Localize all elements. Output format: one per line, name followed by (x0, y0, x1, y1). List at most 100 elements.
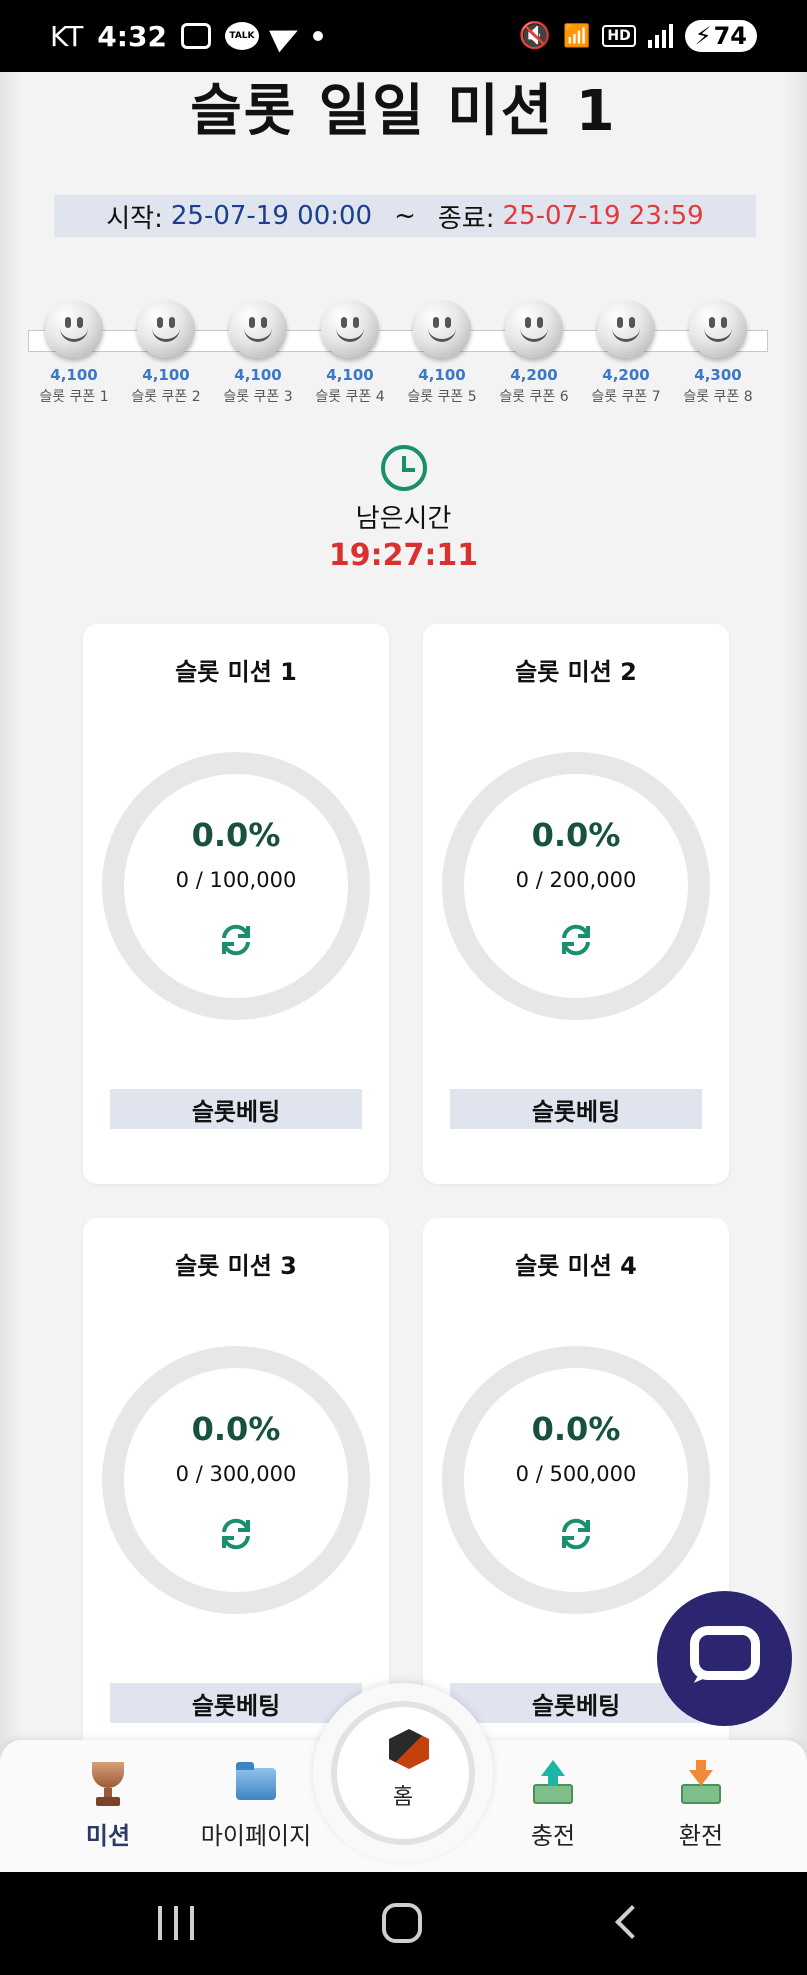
chat-button[interactable] (657, 1591, 792, 1726)
coupon-amount: 4,200 (510, 366, 558, 384)
coupon-item[interactable]: 4,300 슬롯 쿠폰 8 (672, 300, 764, 406)
coupon-name: 슬롯 쿠폰 1 (39, 389, 109, 405)
coupon-name: 슬롯 쿠폰 3 (223, 389, 293, 405)
mission-card: 슬롯 미션 2 0.0% 0 / 200,000 슬롯베팅 (423, 624, 729, 1184)
nav-mypage-label: 마이페이지 (200, 1822, 312, 1850)
coupon-item[interactable]: 4,200 슬롯 쿠폰 7 (580, 300, 672, 406)
coupon-amount: 4,100 (234, 366, 282, 384)
nav-deposit[interactable]: 충전 (478, 1760, 628, 1851)
battery-indicator: ⚡ 74 (684, 20, 757, 52)
nav-home[interactable]: 홈 (313, 1683, 493, 1863)
mission-title: 슬롯 미션 2 (515, 658, 637, 686)
back-icon[interactable] (615, 1905, 649, 1939)
coupon-item[interactable]: 4,200 슬롯 쿠폰 6 (488, 300, 580, 406)
smiley-coin-icon (45, 300, 103, 358)
nav-home-label: 홈 (392, 1785, 414, 1810)
money-down-icon (677, 1760, 725, 1808)
coupon-amount: 4,100 (50, 366, 98, 384)
page-title: 슬롯 일일 미션 1 (190, 79, 617, 144)
system-navigation-bar (0, 1872, 807, 1975)
mission-title: 슬롯 미션 3 (175, 1252, 297, 1280)
coupon-name: 슬롯 쿠폰 6 (499, 389, 569, 405)
smiley-coin-icon (413, 300, 471, 358)
coupon-amount: 4,100 (142, 366, 190, 384)
clock-icon (381, 445, 427, 491)
smiley-coin-icon (689, 300, 747, 358)
refresh-icon[interactable] (556, 1514, 596, 1554)
coupon-name: 슬롯 쿠폰 5 (407, 389, 477, 405)
screenshot-icon (180, 23, 211, 49)
nav-withdraw[interactable]: 환전 (626, 1760, 776, 1851)
coupon-amount: 4,200 (602, 366, 650, 384)
coupon-item[interactable]: 4,100 슬롯 쿠폰 3 (212, 300, 304, 406)
mission-period: 시작: 25-07-19 00:00 ~ 종료: 25-07-19 23:59 (54, 195, 756, 237)
nav-withdraw-label: 환전 (678, 1822, 724, 1850)
coupon-item[interactable]: 4,100 슬롯 쿠폰 5 (396, 300, 488, 406)
system-home-icon[interactable] (382, 1903, 422, 1943)
home-logo-icon (389, 1729, 429, 1769)
mission-progress: 0 / 100,000 (175, 868, 297, 892)
refresh-icon[interactable] (556, 920, 596, 960)
carrier-name: KT (50, 19, 84, 53)
smiley-coin-icon (137, 300, 195, 358)
slot-betting-button[interactable]: 슬롯베팅 (110, 1089, 362, 1129)
coupon-name: 슬롯 쿠폰 8 (683, 389, 753, 405)
recent-apps-icon[interactable] (158, 1906, 194, 1940)
nav-mission[interactable]: 미션 (33, 1760, 183, 1851)
coupon-item[interactable]: 4,100 슬롯 쿠폰 4 (304, 300, 396, 406)
mission-title: 슬롯 미션 4 (515, 1252, 637, 1280)
slot-betting-button[interactable]: 슬롯베팅 (450, 1089, 702, 1129)
coupon-item[interactable]: 4,100 슬롯 쿠폰 1 (28, 300, 120, 406)
status-time: 4:32 (97, 19, 167, 53)
coupon-amount: 4,300 (694, 366, 742, 384)
coupon-amount: 4,100 (418, 366, 466, 384)
trophy-icon (84, 1760, 132, 1808)
telegram-icon (269, 19, 303, 53)
coupon-name: 슬롯 쿠폰 2 (131, 389, 201, 405)
start-label: 시작: (106, 203, 163, 234)
mission-percent: 0.0% (531, 816, 621, 854)
nav-deposit-label: 충전 (530, 1822, 576, 1850)
smiley-coin-icon (597, 300, 655, 358)
nav-mission-label: 미션 (85, 1822, 131, 1850)
mission-percent: 0.0% (191, 816, 281, 854)
money-up-icon (529, 1760, 577, 1808)
nav-mypage[interactable]: 마이페이지 (181, 1760, 331, 1851)
period-separator: ~ (394, 201, 416, 231)
home-button-ring: 홈 (331, 1701, 475, 1845)
status-bar: KT 4:32 TALK 🔇 📶 HD ⚡ 74 (0, 0, 807, 72)
remaining-time-label: 남은시간 (355, 504, 452, 534)
signal-icon (647, 24, 673, 48)
status-left: KT 4:32 TALK (50, 20, 323, 53)
mission-percent: 0.0% (191, 1410, 281, 1448)
folder-icon (232, 1760, 280, 1808)
refresh-icon[interactable] (216, 1514, 256, 1554)
kakaotalk-icon: TALK (224, 22, 259, 50)
mission-progress: 0 / 500,000 (515, 1462, 637, 1486)
status-right: 🔇 📶 HD ⚡ 74 (519, 20, 757, 52)
slot-betting-button[interactable]: 슬롯베팅 (110, 1683, 362, 1723)
mission-percent: 0.0% (531, 1410, 621, 1448)
coupon-name: 슬롯 쿠폰 4 (315, 389, 385, 405)
mute-icon: 🔇 (518, 21, 551, 51)
notification-dot-icon (312, 31, 323, 41)
end-label: 종료: (437, 203, 495, 234)
charging-icon: ⚡ (694, 22, 712, 50)
smiley-coin-icon (229, 300, 287, 358)
smiley-coin-icon (321, 300, 379, 358)
battery-level: 74 (713, 22, 747, 50)
coupon-item[interactable]: 4,100 슬롯 쿠폰 2 (120, 300, 212, 406)
remaining-time-value: 19:27:11 (328, 538, 479, 573)
start-value: 25-07-19 00:00 (170, 201, 373, 231)
mission-progress: 0 / 200,000 (515, 868, 637, 892)
coupon-name: 슬롯 쿠폰 7 (591, 389, 661, 405)
mission-card: 슬롯 미션 1 0.0% 0 / 100,000 슬롯베팅 (83, 624, 389, 1184)
mission-title: 슬롯 미션 1 (175, 658, 297, 686)
coupon-list: 4,100 슬롯 쿠폰 1 4,100 슬롯 쿠폰 2 4,100 슬롯 쿠폰 … (39, 300, 780, 420)
wifi-icon: 📶 (562, 23, 591, 49)
refresh-icon[interactable] (216, 920, 256, 960)
mission-progress: 0 / 300,000 (175, 1462, 297, 1486)
coupon-amount: 4,100 (326, 366, 374, 384)
end-value: 25-07-19 23:59 (502, 201, 704, 231)
smiley-coin-icon (505, 300, 563, 358)
